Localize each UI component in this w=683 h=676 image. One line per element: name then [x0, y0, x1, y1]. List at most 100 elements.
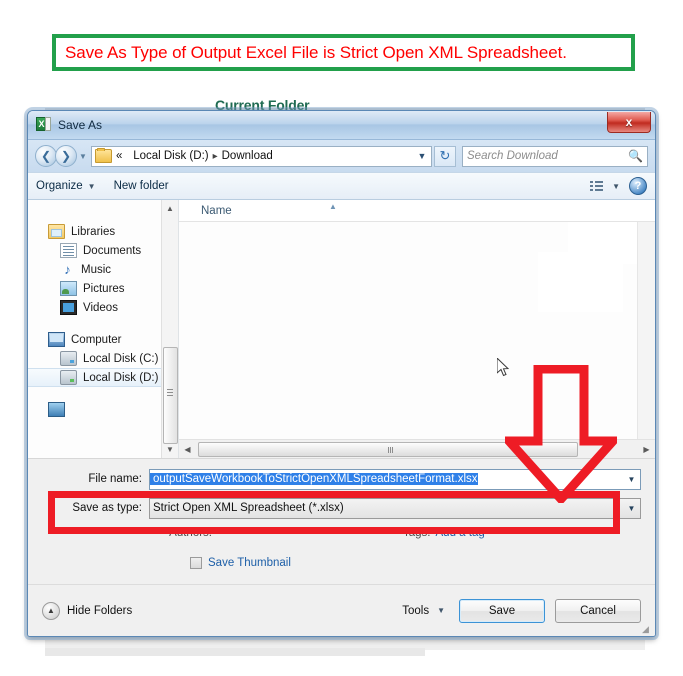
- pictures-icon: [60, 281, 77, 296]
- savetype-chevron-down-icon[interactable]: ▼: [623, 499, 640, 518]
- screenshot-root: Current Folder Save As Type of Output Ex…: [0, 0, 683, 676]
- chevron-right-icon[interactable]: ▶: [638, 445, 655, 454]
- sidebar-item-label: Music: [81, 263, 112, 276]
- file-list-body[interactable]: [179, 222, 638, 440]
- sidebar-item-documents[interactable]: Documents: [28, 241, 178, 260]
- filename-chevron-down-icon[interactable]: ▼: [623, 470, 640, 489]
- hscroll-thumb[interactable]: [198, 442, 578, 457]
- sidebar-item-computer[interactable]: Computer: [28, 330, 178, 349]
- file-list-header[interactable]: ▲ Name: [179, 200, 655, 222]
- save-form: File name: outputSaveWorkbookToStrictOpe…: [28, 458, 655, 569]
- chevron-left-icon[interactable]: ◀: [179, 445, 196, 454]
- file-list-vertical-scrollbar[interactable]: [637, 222, 655, 440]
- save-thumbnail-label: Save Thumbnail: [208, 557, 291, 569]
- sidebar-item-network-partial[interactable]: [28, 400, 178, 419]
- documents-icon: [60, 243, 77, 258]
- annotation-banner: Save As Type of Output Excel File is Str…: [52, 34, 635, 71]
- resize-grip-icon[interactable]: ◢: [642, 624, 652, 634]
- dialog-body: Libraries Documents ♪ Music Pictures Vid…: [28, 200, 655, 458]
- savetype-field[interactable]: Strict Open XML Spreadsheet (*.xlsx) ▼: [149, 497, 641, 519]
- sidebar-item-pictures[interactable]: Pictures: [28, 279, 178, 298]
- file-list-pane: ▲ Name ◀ ▶: [179, 200, 655, 458]
- sidebar-item-libraries[interactable]: Libraries: [28, 222, 178, 241]
- save-as-dialog: X Save As x ❮ ❯ ▼ « Local Disk (D:) ▸ Do…: [27, 110, 656, 637]
- forward-arrow-icon[interactable]: ❯: [55, 145, 77, 167]
- breadcrumb-overflow[interactable]: «: [116, 150, 122, 162]
- collapse-icon: ▲: [42, 601, 60, 620]
- filename-label: File name:: [88, 473, 142, 485]
- new-folder-button[interactable]: New folder: [114, 180, 169, 192]
- close-icon[interactable]: x: [607, 112, 651, 133]
- computer-icon: [48, 332, 65, 347]
- music-icon: ♪: [64, 262, 71, 277]
- sidebar-item-music[interactable]: ♪ Music: [28, 260, 178, 279]
- dialog-footer: ▲ Hide Folders Tools ▼ Save Cancel ◢: [28, 584, 655, 636]
- tools-button[interactable]: Tools ▼: [402, 605, 445, 617]
- hscroll-track[interactable]: [196, 441, 638, 457]
- view-list-icon[interactable]: [590, 180, 604, 192]
- search-icon: 🔍: [628, 149, 643, 163]
- dialog-titlebar[interactable]: X Save As x: [28, 111, 655, 140]
- column-header-name[interactable]: Name: [179, 205, 232, 217]
- refresh-icon[interactable]: ↻: [434, 145, 456, 167]
- tags-label: Tags:: [403, 527, 431, 539]
- authors-label: Authors:: [169, 527, 212, 539]
- save-thumbnail-checkbox[interactable]: [190, 557, 202, 569]
- tools-chevron-down-icon: ▼: [437, 606, 445, 615]
- search-placeholder: Search Download: [467, 150, 558, 162]
- excel-icon: X: [36, 117, 52, 133]
- help-icon[interactable]: ?: [629, 177, 647, 195]
- chevron-down-icon: ▼: [87, 181, 96, 191]
- file-list-horizontal-scrollbar[interactable]: ◀ ▶: [179, 439, 655, 458]
- sidebar-item-label: Videos: [83, 301, 118, 314]
- folder-icon: [95, 148, 112, 163]
- new-folder-label: New folder: [113, 180, 169, 192]
- disk-icon: [60, 351, 77, 366]
- search-input[interactable]: Search Download 🔍: [462, 145, 648, 167]
- sidebar-item-local-disk-d[interactable]: Local Disk (D:): [28, 368, 178, 387]
- history-chevron-down-icon[interactable]: ▼: [77, 152, 89, 161]
- view-chevron-down-icon[interactable]: ▼: [612, 182, 620, 191]
- sidebar-item-label: Pictures: [83, 282, 125, 295]
- sidebar-item-label: Computer: [71, 333, 122, 346]
- address-chevron-down-icon[interactable]: ▼: [413, 151, 431, 161]
- network-icon: [48, 402, 65, 417]
- address-bar: ❮ ❯ ▼ « Local Disk (D:) ▸ Download ▼ ↻ S…: [28, 140, 655, 172]
- libraries-icon: [48, 224, 65, 239]
- sidebar-item-label: Libraries: [71, 225, 116, 238]
- dialog-title: Save As: [58, 118, 103, 132]
- sidebar-item-label: Local Disk (D:): [83, 371, 159, 384]
- navpane-scroll-thumb[interactable]: [163, 347, 178, 444]
- hide-folders-label: Hide Folders: [67, 604, 133, 617]
- back-arrow-icon[interactable]: ❮: [35, 145, 57, 167]
- cancel-button[interactable]: Cancel: [555, 598, 641, 623]
- filename-field[interactable]: outputSaveWorkbookToStrictOpenXMLSpreads…: [149, 468, 641, 490]
- hide-folders-button[interactable]: ▲ Hide Folders: [42, 601, 133, 620]
- save-button[interactable]: Save: [459, 598, 545, 623]
- filename-value[interactable]: outputSaveWorkbookToStrictOpenXMLSpreads…: [150, 473, 478, 485]
- save-thumbnail-row[interactable]: Save Thumbnail: [190, 557, 641, 569]
- breadcrumb-item-download[interactable]: Download: [222, 150, 273, 162]
- videos-icon: [60, 300, 77, 315]
- sidebar-item-local-disk-c[interactable]: Local Disk (C:): [28, 349, 178, 368]
- navpane-scrollbar[interactable]: ▲ ▼: [161, 200, 178, 458]
- command-bar: Organize ▼ New folder ▼ ?: [28, 172, 655, 200]
- savetype-value[interactable]: Strict Open XML Spreadsheet (*.xlsx): [150, 502, 623, 514]
- breadcrumb[interactable]: « Local Disk (D:) ▸ Download ▼: [91, 145, 432, 167]
- chevron-up-icon[interactable]: ▲: [162, 200, 178, 217]
- filename-row: File name: outputSaveWorkbookToStrictOpe…: [42, 467, 641, 491]
- sidebar-item-label: Documents: [83, 244, 142, 257]
- sidebar-item-label: Local Disk (C:): [83, 352, 159, 365]
- annotation-banner-text: Save As Type of Output Excel File is Str…: [65, 42, 567, 62]
- navpane-scroll-track[interactable]: [162, 217, 178, 444]
- tools-label: Tools: [402, 604, 430, 617]
- breadcrumb-separator: ▸: [212, 150, 218, 162]
- breadcrumb-item-local-disk-d[interactable]: Local Disk (D:): [133, 150, 208, 162]
- organize-button[interactable]: Organize ▼: [36, 180, 96, 192]
- background-strip-lower2: [45, 648, 425, 656]
- add-a-tag-link[interactable]: Add a tag: [436, 527, 485, 539]
- sidebar-item-videos[interactable]: Videos: [28, 298, 178, 317]
- navigation-pane: Libraries Documents ♪ Music Pictures Vid…: [28, 200, 179, 458]
